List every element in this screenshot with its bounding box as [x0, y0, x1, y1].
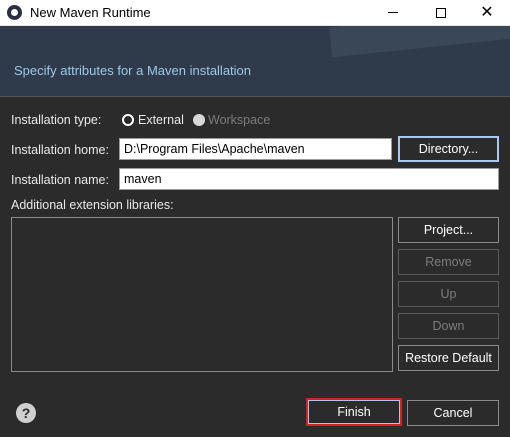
installation-name-label: Installation name:: [11, 173, 109, 187]
remove-button[interactable]: Remove: [398, 249, 499, 275]
window-title: New Maven Runtime: [30, 5, 151, 20]
installation-type-label: Installation type:: [11, 113, 102, 127]
cancel-button[interactable]: Cancel: [407, 400, 499, 426]
workspace-radio[interactable]: [193, 114, 205, 126]
external-radio[interactable]: [122, 114, 134, 126]
project-button[interactable]: Project...: [398, 217, 499, 243]
eclipse-icon: [7, 5, 22, 20]
installation-home-field[interactable]: D:\Program Files\Apache\maven: [119, 138, 392, 160]
maximize-icon: [436, 7, 446, 18]
dialog-header: Specify attributes for a Maven installat…: [0, 26, 510, 96]
header-description: Specify attributes for a Maven installat…: [14, 63, 252, 78]
help-icon[interactable]: ?: [16, 403, 36, 423]
up-button[interactable]: Up: [398, 281, 499, 307]
dialog-body: Installation type: External Workspace In…: [0, 96, 510, 437]
maximize-button[interactable]: [418, 0, 464, 26]
down-button[interactable]: Down: [398, 313, 499, 339]
directory-button[interactable]: Directory...: [398, 136, 499, 162]
installation-home-label: Installation home:: [11, 143, 109, 157]
external-radio-label[interactable]: External: [138, 113, 184, 127]
close-button[interactable]: ✕: [464, 0, 510, 26]
finish-button[interactable]: Finish: [306, 398, 402, 426]
title-bar: New Maven Runtime ✕: [0, 0, 510, 26]
restore-default-button[interactable]: Restore Default: [398, 345, 499, 371]
minimize-button[interactable]: [370, 0, 416, 26]
installation-name-field[interactable]: maven: [119, 168, 499, 190]
extensions-list[interactable]: [11, 217, 393, 372]
extensions-label: Additional extension libraries:: [11, 198, 174, 212]
minimize-icon: [388, 12, 398, 14]
close-icon: ✕: [480, 4, 494, 21]
workspace-radio-label[interactable]: Workspace: [208, 113, 270, 127]
